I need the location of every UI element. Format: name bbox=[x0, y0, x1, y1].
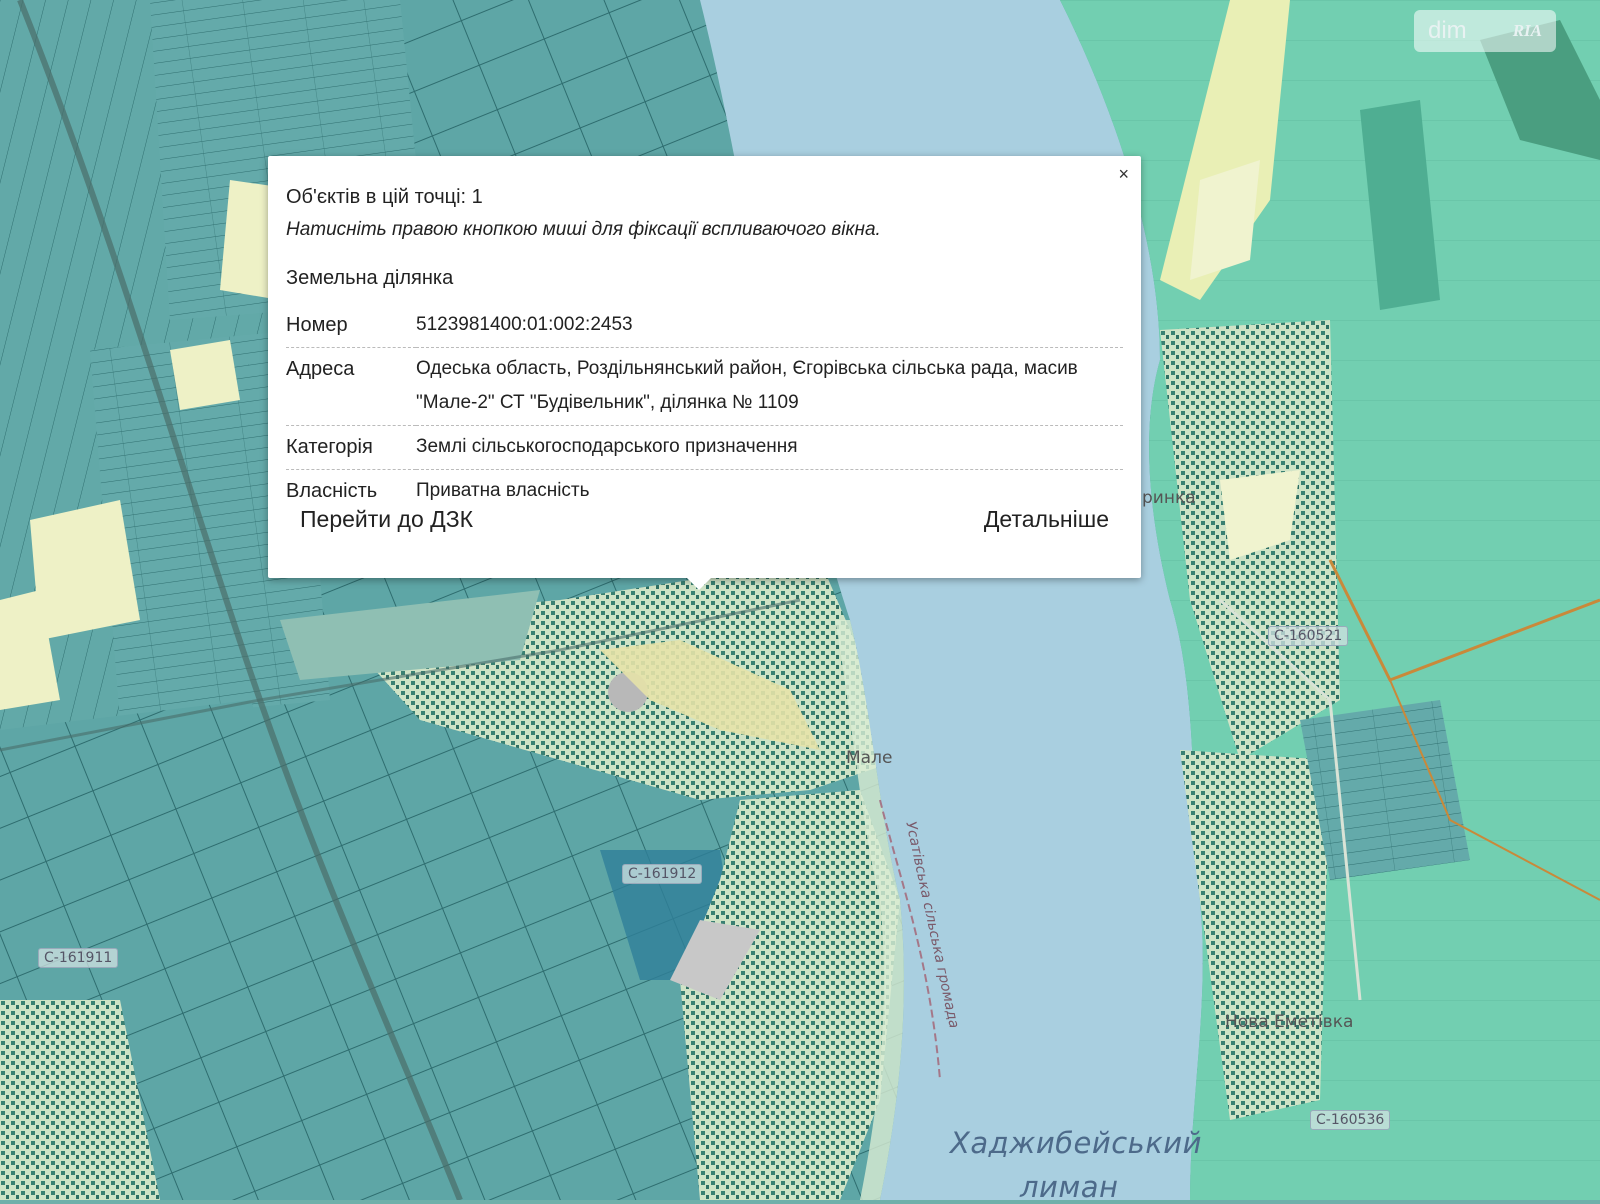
lake-label: Хаджибейський bbox=[950, 1126, 1202, 1160]
table-row: Адреса Одеська область, Роздільнянський … bbox=[286, 347, 1123, 426]
row-value: Одеська область, Роздільнянський район, … bbox=[416, 347, 1123, 426]
row-value: Землі сільськогосподарського призначення bbox=[416, 425, 1123, 470]
village-label-male: Мале bbox=[846, 748, 893, 768]
road-tag-160521: С-160521 bbox=[1268, 626, 1349, 646]
section-title: Земельна ділянка bbox=[286, 267, 454, 289]
popup-actions: Перейти до ДЗК Детальніше bbox=[300, 506, 1109, 533]
row-key: Номер bbox=[286, 304, 416, 348]
parcel-info-popup: × Об'єктів в цій точці: 1 Натисніть прав… bbox=[268, 156, 1141, 590]
village-label-north: ринка bbox=[1142, 488, 1196, 508]
go-to-dzk-link[interactable]: Перейти до ДЗК bbox=[300, 506, 473, 533]
details-link[interactable]: Детальніше bbox=[984, 506, 1109, 533]
parcel-info-table: Номер 5123981400:01:002:2453 Адреса Одес… bbox=[286, 304, 1123, 513]
road-tag-161912: С-161912 bbox=[622, 864, 703, 884]
lake-label-line2: лиман bbox=[1020, 1170, 1119, 1204]
village-label-nova: Нова Еметівка bbox=[1225, 1012, 1354, 1032]
watermark-text: dim bbox=[1428, 17, 1467, 44]
table-row: Номер 5123981400:01:002:2453 bbox=[286, 304, 1123, 348]
dimria-watermark: dim RIA bbox=[1414, 10, 1556, 52]
road-tag-160536: С-160536 bbox=[1310, 1110, 1391, 1130]
row-key: Адреса bbox=[286, 347, 416, 426]
objects-count: Об'єктів в цій точці: 1 bbox=[286, 186, 483, 208]
row-value: 5123981400:01:002:2453 bbox=[416, 304, 1123, 348]
row-key: Категорія bbox=[286, 425, 416, 470]
popup-hint: Натисніть правою кнопкою миші для фіксац… bbox=[286, 219, 881, 240]
close-icon[interactable]: × bbox=[1118, 164, 1129, 184]
road-tag-161911: С-161911 bbox=[38, 948, 119, 968]
table-row: Категорія Землі сільськогосподарського п… bbox=[286, 425, 1123, 470]
watermark-ria-logo: RIA bbox=[1512, 21, 1542, 40]
